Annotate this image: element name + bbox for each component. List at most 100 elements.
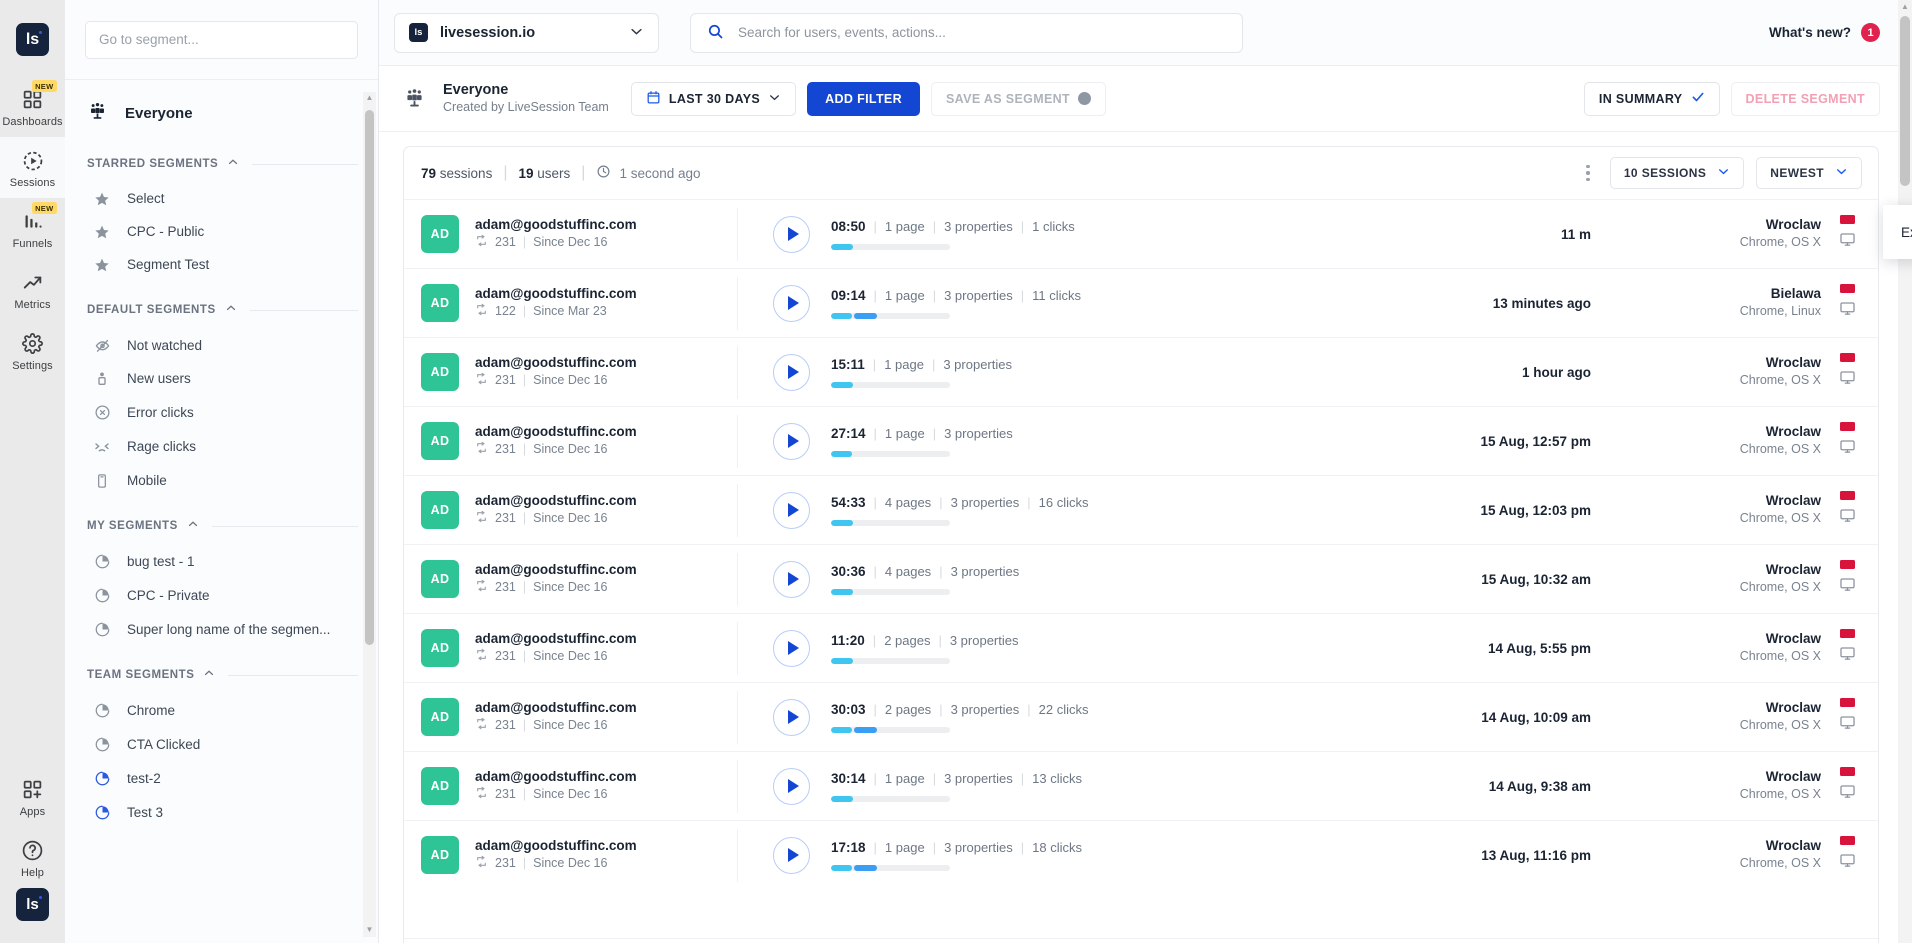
segment-item-cpc-private[interactable]: CPC - Private bbox=[65, 578, 378, 612]
segments-scrollbar-thumb[interactable] bbox=[365, 110, 374, 645]
chevron-up-icon bbox=[187, 517, 199, 535]
delete-segment-button[interactable]: DELETE SEGMENT bbox=[1731, 82, 1881, 116]
session-row[interactable]: ADadam@goodstuffinc.com231|Since Dec 161… bbox=[404, 337, 1878, 406]
divider: | bbox=[1021, 839, 1024, 857]
play-session-button[interactable] bbox=[773, 216, 810, 253]
segment-group-header-my[interactable]: MY SEGMENTS bbox=[65, 497, 378, 544]
play-session-button[interactable] bbox=[773, 768, 810, 805]
more-options-button[interactable] bbox=[1578, 163, 1598, 184]
session-user: adam@goodstuffinc.com231|Since Dec 16 bbox=[475, 630, 737, 667]
play-session-button[interactable] bbox=[773, 285, 810, 322]
segment-group-header-starred[interactable]: STARRED SEGMENTS bbox=[65, 135, 378, 182]
session-row[interactable]: ADadam@goodstuffinc.com231|Since Dec 163… bbox=[404, 751, 1878, 820]
nav-item-dashboards[interactable]: NEW Dashboards bbox=[0, 76, 65, 137]
user-meta: 231|Since Dec 16 bbox=[475, 579, 737, 598]
nav-item-help[interactable]: Help bbox=[0, 827, 65, 888]
segment-group-header-team[interactable]: TEAM SEGMENTS bbox=[65, 646, 378, 693]
segment-item-new-users[interactable]: New users bbox=[65, 362, 378, 395]
divider bbox=[737, 622, 738, 675]
app-logo[interactable]: ls bbox=[16, 23, 49, 56]
play-session-button[interactable] bbox=[773, 561, 810, 598]
segment-item-cta-clicked[interactable]: CTA Clicked bbox=[65, 727, 378, 761]
page-scrollbar-thumb[interactable] bbox=[1900, 16, 1910, 186]
segment-item-bug-test-1[interactable]: bug test - 1 bbox=[65, 544, 378, 578]
segment-item-everyone[interactable]: Everyone bbox=[65, 92, 378, 135]
new-badge: NEW bbox=[32, 202, 57, 214]
session-row[interactable]: ADadam@goodstuffinc.com231|Since Dec 162… bbox=[404, 406, 1878, 475]
segment-item-not-watched[interactable]: Not watched bbox=[65, 328, 378, 362]
nav-item-apps[interactable]: Apps bbox=[0, 766, 65, 827]
date-range-button[interactable]: LAST 30 DAYS bbox=[631, 82, 796, 116]
session-progress-bar bbox=[831, 520, 950, 526]
segment-item-test-2[interactable]: test-2 bbox=[65, 761, 378, 795]
add-filter-button[interactable]: ADD FILTER bbox=[807, 82, 920, 116]
check-icon bbox=[1691, 90, 1705, 107]
progress-segment bbox=[831, 658, 853, 664]
session-properties: 3 properties bbox=[944, 425, 1013, 443]
segment-item-segment-test[interactable]: Segment Test bbox=[65, 248, 378, 281]
scroll-up-arrow-icon[interactable]: ▲ bbox=[1901, 0, 1909, 15]
in-summary-button[interactable]: IN SUMMARY bbox=[1584, 82, 1720, 116]
play-session-button[interactable] bbox=[773, 423, 810, 460]
session-time: 13 Aug, 11:16 pm bbox=[1481, 848, 1591, 863]
session-row[interactable]: ADadam@goodstuffinc.com231|Since Dec 161… bbox=[404, 820, 1878, 889]
session-geo: WroclawChrome, OS X bbox=[1701, 216, 1821, 252]
segment-group-header-default[interactable]: DEFAULT SEGMENTS bbox=[65, 281, 378, 328]
session-row[interactable]: ADadam@goodstuffinc.com231|Since Dec 160… bbox=[404, 199, 1878, 268]
scroll-up-arrow-icon[interactable]: ▲ bbox=[366, 92, 374, 105]
segment-search-input[interactable]: Go to segment... bbox=[85, 21, 358, 59]
geo-tech: Chrome, Linux bbox=[1701, 303, 1821, 321]
user-meta: 231|Since Dec 16 bbox=[475, 717, 737, 736]
page-scrollbar[interactable]: ▲ bbox=[1898, 0, 1912, 943]
segment-label: Not watched bbox=[127, 338, 202, 353]
session-time: 11 m bbox=[1561, 227, 1591, 242]
segment-item-select[interactable]: Select bbox=[65, 182, 378, 215]
geo-tech: Chrome, OS X bbox=[1701, 441, 1821, 459]
play-session-button[interactable] bbox=[773, 630, 810, 667]
session-row[interactable]: ADadam@goodstuffinc.com231|Since Dec 165… bbox=[404, 475, 1878, 544]
nav-item-settings[interactable]: Settings bbox=[0, 320, 65, 381]
session-user: adam@goodstuffinc.com231|Since Dec 16 bbox=[475, 216, 737, 253]
desktop-icon bbox=[1839, 507, 1856, 529]
session-pages: 2 pages bbox=[884, 632, 930, 650]
divider: | bbox=[523, 717, 526, 735]
play-session-button[interactable] bbox=[773, 354, 810, 391]
nav-item-funnels[interactable]: NEW Funnels bbox=[0, 198, 65, 259]
session-duration: 09:14 bbox=[831, 287, 866, 306]
export-menu-item[interactable]: Export bbox=[1883, 213, 1912, 251]
segment-item-cpc-public[interactable]: CPC - Public bbox=[65, 215, 378, 248]
segment-item-super-long-name[interactable]: Super long name of the segmen... bbox=[65, 612, 378, 646]
segment-item-mobile[interactable]: Mobile bbox=[65, 464, 378, 497]
nav-item-metrics[interactable]: Metrics bbox=[0, 259, 65, 320]
segment-item-chrome[interactable]: Chrome bbox=[65, 693, 378, 727]
logo-dot bbox=[39, 896, 42, 899]
divider: | bbox=[523, 372, 526, 390]
session-geo: BielawaChrome, Linux bbox=[1701, 285, 1821, 321]
nav-item-sessions[interactable]: Sessions bbox=[0, 137, 65, 198]
save-indicator-icon bbox=[1078, 92, 1091, 105]
scroll-down-arrow-icon[interactable]: ▼ bbox=[366, 924, 374, 937]
search-input[interactable]: Search for users, events, actions... bbox=[690, 13, 1243, 53]
session-row[interactable]: ADadam@goodstuffinc.com122|Since Mar 230… bbox=[404, 268, 1878, 337]
session-clicks: 22 clicks bbox=[1039, 701, 1089, 719]
segment-item-test-3[interactable]: Test 3 bbox=[65, 795, 378, 829]
save-as-segment-button[interactable]: SAVE AS SEGMENT bbox=[931, 82, 1106, 116]
search-icon bbox=[707, 23, 724, 43]
account-logo[interactable]: ls bbox=[16, 888, 49, 921]
whats-new-button[interactable]: What's new? 1 bbox=[1769, 23, 1880, 42]
session-row[interactable]: ADadam@goodstuffinc.com231|Since Dec 163… bbox=[404, 682, 1878, 751]
site-selector[interactable]: ls livesession.io bbox=[394, 13, 659, 53]
session-row[interactable]: ADadam@goodstuffinc.com231|Since Dec 161… bbox=[404, 613, 1878, 682]
segments-scrollbar[interactable]: ▲ ▼ bbox=[363, 92, 376, 937]
play-session-button[interactable] bbox=[773, 837, 810, 874]
flag-icon bbox=[1840, 491, 1855, 500]
sort-select[interactable]: NEWEST bbox=[1756, 157, 1862, 189]
play-session-button[interactable] bbox=[773, 699, 810, 736]
chevron-down-icon bbox=[629, 24, 644, 42]
page-size-select[interactable]: 10 SESSIONS bbox=[1610, 157, 1744, 189]
segment-item-rage-clicks[interactable]: Rage clicks bbox=[65, 429, 378, 464]
session-row[interactable]: ADadam@goodstuffinc.com231|Since Dec 163… bbox=[404, 544, 1878, 613]
segment-item-error-clicks[interactable]: Error clicks bbox=[65, 395, 378, 429]
play-session-button[interactable] bbox=[773, 492, 810, 529]
flag-icon bbox=[1840, 836, 1855, 845]
